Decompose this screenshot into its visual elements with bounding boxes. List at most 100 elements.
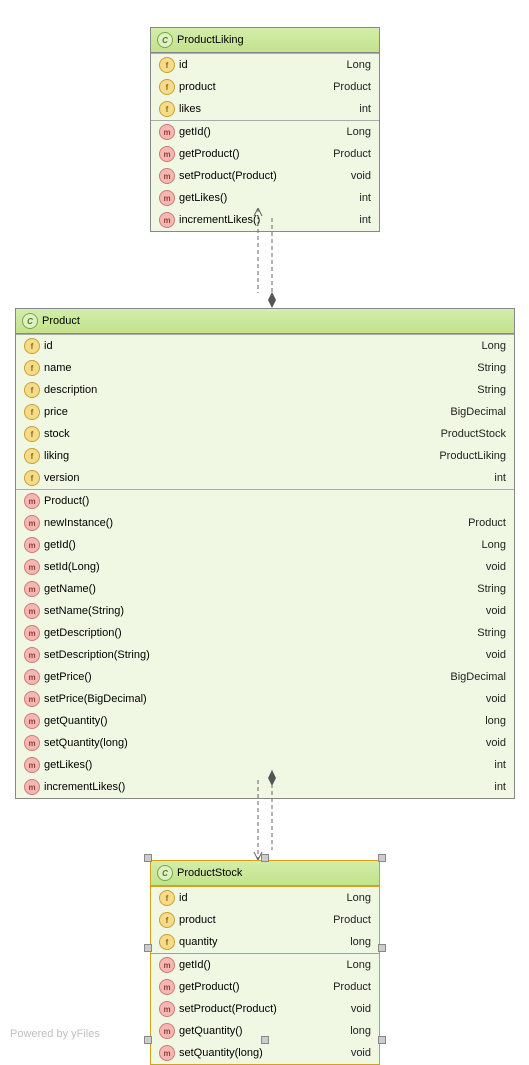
field-icon: f xyxy=(24,382,40,398)
method-icon: m xyxy=(24,603,40,619)
method-row[interactable]: m getPrice() BigDecimal xyxy=(16,666,514,688)
method-row[interactable]: mgetId()Long xyxy=(151,121,379,143)
method-icon: m xyxy=(159,1001,175,1017)
member-type: ProductLiking xyxy=(439,450,506,462)
method-row[interactable]: mgetProduct()Product xyxy=(151,143,379,165)
field-icon: f xyxy=(159,934,175,950)
resize-handle[interactable] xyxy=(261,1036,269,1044)
member-name: setProduct(Product) xyxy=(179,170,277,182)
member-name: getProduct() xyxy=(179,148,240,160)
member-type: void xyxy=(486,605,506,617)
field-row[interactable]: fproductProduct xyxy=(151,909,379,931)
member-type: int xyxy=(494,781,506,793)
method-row[interactable]: mgetLikes()int xyxy=(16,754,514,776)
field-row[interactable]: fstockProductStock xyxy=(16,423,514,445)
method-icon: m xyxy=(24,647,40,663)
member-name: incrementLikes() xyxy=(44,781,125,793)
member-name: newInstance() xyxy=(44,517,113,529)
resize-handle[interactable] xyxy=(144,854,152,862)
resize-handle[interactable] xyxy=(144,1036,152,1044)
method-icon: m xyxy=(24,757,40,773)
resize-handle[interactable] xyxy=(261,854,269,862)
method-row[interactable]: msetProduct(Product)void xyxy=(151,998,379,1020)
method-icon: m xyxy=(24,493,40,509)
member-name: price xyxy=(44,406,68,418)
method-row[interactable]: msetQuantity(long)void xyxy=(151,1042,379,1064)
field-row[interactable]: fversionint xyxy=(16,467,514,489)
field-row[interactable]: fpriceBigDecimal xyxy=(16,401,514,423)
class-product-liking[interactable]: C ProductLiking fidLongfproductProductfl… xyxy=(150,27,380,232)
member-name: setDescription(String) xyxy=(44,649,150,661)
method-row[interactable]: m incrementLikes() int xyxy=(151,209,379,231)
member-type: int xyxy=(359,214,371,226)
member-name: name xyxy=(44,362,72,374)
member-type: Long xyxy=(482,539,506,551)
member-name: setName(String) xyxy=(44,605,124,617)
method-row[interactable]: mgetProduct()Product xyxy=(151,976,379,998)
field-row[interactable]: fdescriptionString xyxy=(16,379,514,401)
member-type: void xyxy=(486,693,506,705)
member-name: likes xyxy=(179,103,201,115)
method-row[interactable]: msetQuantity(long)void xyxy=(16,732,514,754)
member-name: setId(Long) xyxy=(44,561,100,573)
member-type: int xyxy=(494,759,506,771)
member-name: setPrice(BigDecimal) xyxy=(44,693,147,705)
method-icon: m xyxy=(159,1023,175,1039)
method-row[interactable]: mnewInstance()Product xyxy=(16,512,514,534)
member-name: getDescription() xyxy=(44,627,122,639)
class-product[interactable]: C Product fidLongfnameStringfdescription… xyxy=(15,308,515,799)
method-row[interactable]: mgetId()Long xyxy=(151,954,379,976)
member-type: int xyxy=(359,192,371,204)
method-icon: m xyxy=(159,212,175,228)
member-type: BigDecimal xyxy=(450,671,506,683)
method-icon: m xyxy=(24,559,40,575)
member-type: void xyxy=(351,1003,371,1015)
member-name: getPrice() xyxy=(44,671,92,683)
method-row[interactable]: m setName(String) void xyxy=(16,600,514,622)
field-row[interactable]: fidLong xyxy=(151,54,379,76)
resize-handle[interactable] xyxy=(378,1036,386,1044)
method-row[interactable]: msetId(Long)void xyxy=(16,556,514,578)
field-row[interactable]: fquantitylong xyxy=(151,931,379,953)
method-icon: m xyxy=(24,669,40,685)
method-row[interactable]: mgetLikes()int xyxy=(151,187,379,209)
method-row[interactable]: mgetName()String xyxy=(16,578,514,600)
field-row[interactable]: fproductProduct xyxy=(151,76,379,98)
field-row[interactable]: fidLong xyxy=(16,335,514,357)
method-icon: m xyxy=(159,1045,175,1061)
field-row[interactable]: fidLong xyxy=(151,887,379,909)
class-product-stock[interactable]: C ProductStock fidLongfproductProductfqu… xyxy=(150,860,380,1065)
method-row[interactable]: mgetId()Long xyxy=(16,534,514,556)
method-row[interactable]: m Product() xyxy=(16,490,514,512)
method-row[interactable]: mincrementLikes()int xyxy=(16,776,514,798)
field-row[interactable]: flikesint xyxy=(151,98,379,120)
member-type: String xyxy=(477,384,506,396)
resize-handle[interactable] xyxy=(144,944,152,952)
methods-section: mgetId()Long m getProduct() Product msetProd… xyxy=(151,120,379,231)
member-name: incrementLikes() xyxy=(179,214,260,226)
member-name: Product() xyxy=(44,495,89,507)
method-row[interactable]: mgetQuantity()long xyxy=(16,710,514,732)
resize-handle[interactable] xyxy=(378,944,386,952)
methods-section: m Product() mnewInstance()ProductmgetId()L… xyxy=(16,489,514,798)
member-name: liking xyxy=(44,450,69,462)
method-row[interactable]: m setPrice(BigDecimal) void xyxy=(16,688,514,710)
member-name: quantity xyxy=(179,936,218,948)
resize-handle[interactable] xyxy=(378,854,386,862)
method-icon: m xyxy=(24,691,40,707)
member-type: Long xyxy=(482,340,506,352)
field-icon: f xyxy=(159,57,175,73)
member-name: setQuantity(long) xyxy=(44,737,128,749)
field-row[interactable]: fnameString xyxy=(16,357,514,379)
member-name: getProduct() xyxy=(179,981,240,993)
member-type: void xyxy=(351,1047,371,1059)
fields-section: fidLongfproductProductflikesint xyxy=(151,53,379,120)
member-type: long xyxy=(485,715,506,727)
method-row[interactable]: msetDescription(String)void xyxy=(16,644,514,666)
field-row[interactable]: flikingProductLiking xyxy=(16,445,514,467)
member-name: getId() xyxy=(179,126,211,138)
method-row[interactable]: msetProduct(Product)void xyxy=(151,165,379,187)
method-row[interactable]: mgetDescription()String xyxy=(16,622,514,644)
member-type: String xyxy=(477,627,506,639)
member-type: Product xyxy=(333,148,371,160)
